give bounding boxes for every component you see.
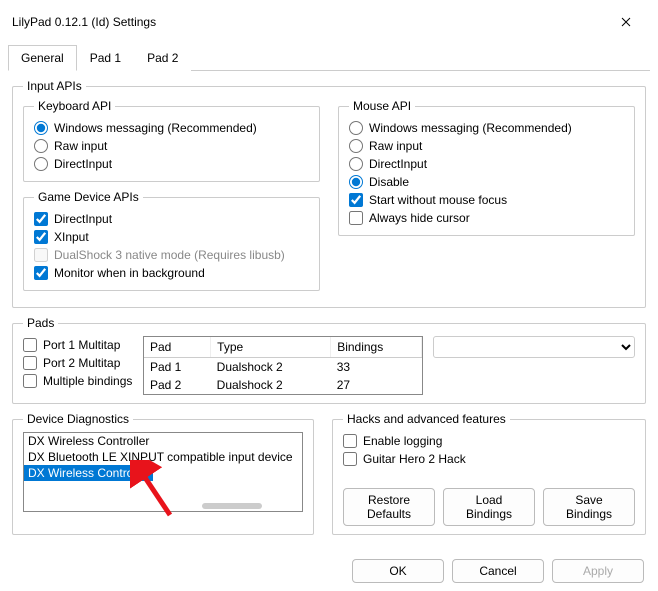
gh2-hack-check[interactable]: Guitar Hero 2 Hack bbox=[343, 450, 635, 468]
hacks-legend: Hacks and advanced features bbox=[343, 412, 510, 426]
mouse-startfocus-check[interactable]: Start without mouse focus bbox=[349, 191, 624, 209]
list-item[interactable]: DX Wireless Controller bbox=[24, 465, 153, 481]
tab-general[interactable]: General bbox=[8, 45, 77, 71]
load-bindings-button[interactable]: Load Bindings bbox=[443, 488, 535, 526]
list-item[interactable]: DX Wireless Controller bbox=[24, 433, 302, 449]
col-bindings[interactable]: Bindings bbox=[331, 337, 422, 358]
diagnostics-group: Device Diagnostics DX Wireless Controlle… bbox=[12, 412, 314, 535]
restore-defaults-button[interactable]: Restore Defaults bbox=[343, 488, 435, 526]
keyboard-api-group: Keyboard API Windows messaging (Recommen… bbox=[23, 99, 320, 182]
gd-directinput-check[interactable]: DirectInput bbox=[34, 210, 309, 228]
keyboard-raw-radio[interactable]: Raw input bbox=[34, 137, 309, 155]
list-item[interactable]: DX Bluetooth LE XINPUT compatible input … bbox=[24, 449, 302, 465]
tab-strip: General Pad 1 Pad 2 bbox=[8, 44, 650, 71]
pad-type-select[interactable] bbox=[433, 336, 635, 358]
close-button[interactable] bbox=[606, 8, 646, 36]
keyboard-wm-radio[interactable]: Windows messaging (Recommended) bbox=[34, 119, 309, 137]
hacks-group: Hacks and advanced features Enable loggi… bbox=[332, 412, 646, 535]
mouse-wm-radio[interactable]: Windows messaging (Recommended) bbox=[349, 119, 624, 137]
tab-pad2[interactable]: Pad 2 bbox=[134, 45, 191, 71]
gd-monitor-check[interactable]: Monitor when in background bbox=[34, 264, 309, 282]
pads-legend: Pads bbox=[23, 316, 58, 330]
keyboard-di-radio[interactable]: DirectInput bbox=[34, 155, 309, 173]
save-bindings-button[interactable]: Save Bindings bbox=[543, 488, 635, 526]
col-type[interactable]: Type bbox=[211, 337, 331, 358]
diagnostics-legend: Device Diagnostics bbox=[23, 412, 133, 426]
apply-button[interactable]: Apply bbox=[552, 559, 644, 583]
gd-xinput-check[interactable]: XInput bbox=[34, 228, 309, 246]
mouse-di-radio[interactable]: DirectInput bbox=[349, 155, 624, 173]
port2-multitap-check[interactable]: Port 2 Multitap bbox=[23, 354, 133, 372]
keyboard-api-legend: Keyboard API bbox=[34, 99, 115, 113]
scrollbar-thumb[interactable] bbox=[202, 503, 262, 509]
mouse-disable-radio[interactable]: Disable bbox=[349, 173, 624, 191]
game-device-legend: Game Device APIs bbox=[34, 190, 143, 204]
table-row[interactable]: Pad 2 Dualshock 2 27 bbox=[144, 376, 422, 394]
enable-logging-check[interactable]: Enable logging bbox=[343, 432, 635, 450]
diagnostics-list[interactable]: DX Wireless Controller DX Bluetooth LE X… bbox=[23, 432, 303, 512]
close-icon bbox=[621, 17, 631, 27]
game-device-group: Game Device APIs DirectInput XInput Dual… bbox=[23, 190, 320, 291]
mouse-api-legend: Mouse API bbox=[349, 99, 415, 113]
mouse-hide-check[interactable]: Always hide cursor bbox=[349, 209, 624, 227]
window-title: LilyPad 0.12.1 (Id) Settings bbox=[12, 15, 156, 29]
multiple-bindings-check[interactable]: Multiple bindings bbox=[23, 372, 133, 390]
pads-group: Pads Port 1 Multitap Port 2 Multitap Mul… bbox=[12, 316, 646, 404]
col-pad[interactable]: Pad bbox=[144, 337, 211, 358]
table-row[interactable]: Pad 1 Dualshock 2 33 bbox=[144, 358, 422, 377]
input-apis-legend: Input APIs bbox=[23, 79, 86, 93]
tab-pad1[interactable]: Pad 1 bbox=[77, 45, 134, 71]
mouse-api-group: Mouse API Windows messaging (Recommended… bbox=[338, 99, 635, 236]
mouse-raw-radio[interactable]: Raw input bbox=[349, 137, 624, 155]
port1-multitap-check[interactable]: Port 1 Multitap bbox=[23, 336, 133, 354]
pads-table[interactable]: Pad Type Bindings Pad 1 Dualshock 2 33 P… bbox=[143, 336, 423, 395]
cancel-button[interactable]: Cancel bbox=[452, 559, 544, 583]
gd-ds3-check: DualShock 3 native mode (Requires libusb… bbox=[34, 246, 309, 264]
input-apis-group: Input APIs Keyboard API Windows messagin… bbox=[12, 79, 646, 308]
ok-button[interactable]: OK bbox=[352, 559, 444, 583]
